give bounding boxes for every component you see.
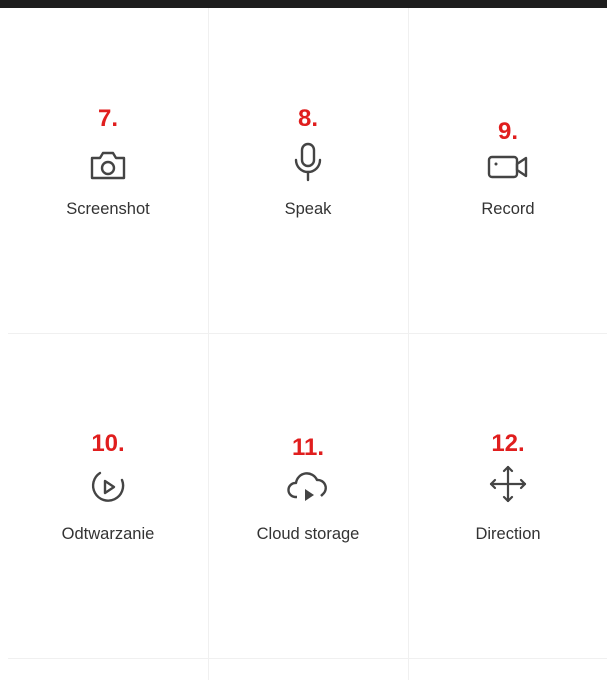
camera-icon [81,138,135,192]
direction-button[interactable]: 12. Direction [408,333,607,658]
video-camera-icon [481,140,535,194]
control-label: Direction [475,525,541,543]
grid-divider [8,658,607,659]
control-label: Cloud storage [256,525,360,543]
control-label: Record [481,200,535,218]
playback-icon [81,459,135,513]
control-label: Screenshot [66,200,150,218]
speak-button[interactable]: 8. Speak [208,8,408,333]
cloud-storage-button[interactable]: 11. Cloud storage [208,333,408,658]
record-button[interactable]: 9. Record [408,8,607,333]
control-label: Speak [284,200,332,218]
control-number: 10. [91,430,125,457]
control-number: 11. [291,434,325,461]
screenshot-button[interactable]: 7. Screenshot [8,8,208,333]
playback-button[interactable]: 10. Odtwarzanie [8,333,208,658]
control-number: 12. [491,430,525,457]
cloud-play-icon [281,459,335,513]
control-number: 8. [297,105,318,132]
direction-arrows-icon [481,457,535,511]
control-label: Odtwarzanie [61,525,155,543]
top-status-bar [0,0,607,8]
control-number: 7. [97,105,118,132]
microphone-icon [281,134,335,188]
